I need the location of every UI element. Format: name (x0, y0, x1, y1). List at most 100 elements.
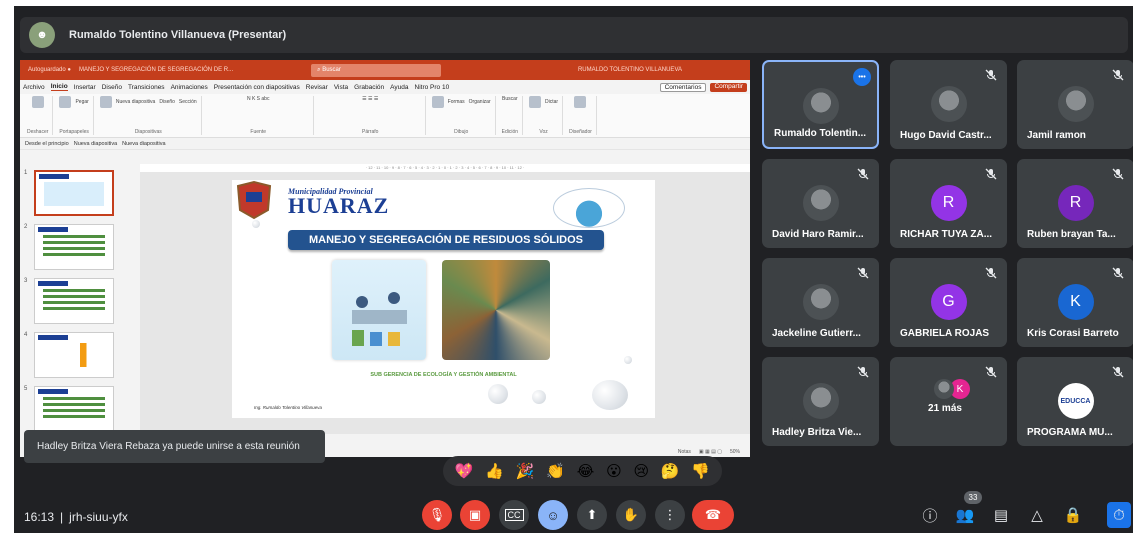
menu-animaciones: Animaciones (170, 83, 208, 91)
reaction-sad[interactable]: 😢 (634, 464, 650, 479)
leave-call-button[interactable]: ☎ (692, 500, 734, 530)
reaction-thumbs-up[interactable]: 👍 (485, 464, 504, 479)
join-notification: Hadley Britza Viera Rebaza ya puede unir… (24, 430, 325, 463)
participant-photo (802, 88, 839, 124)
clock: 16:13 (24, 510, 55, 524)
timer-icon[interactable]: ⏱ (1107, 502, 1131, 528)
emoji-icon: ☺ (546, 507, 560, 523)
share-button: Compartir (710, 82, 747, 92)
menu-revisar: Revisar (305, 83, 328, 91)
participant-tile[interactable]: G GABRIELA ROJAS (890, 258, 1007, 347)
slide-thumb-1 (34, 170, 114, 216)
participant-tile[interactable]: Rumaldo Tolentin... ••• (762, 60, 879, 149)
activities-icon[interactable]: △ (1027, 505, 1047, 525)
waste-photo-collage (442, 260, 550, 360)
slide-title-banner: MANEJO Y SEGREGACIÓN DE RESIDUOS SÓLIDOS (288, 230, 604, 250)
participant-initial-avatar: K (1057, 284, 1094, 320)
ribbon-tabs: Archivo Inicio Insertar Diseño Transicio… (20, 80, 750, 94)
reaction-surprised[interactable]: 😮 (606, 464, 622, 479)
captions-button[interactable]: CC (499, 500, 529, 530)
reaction-clap[interactable]: 👏 (546, 464, 565, 479)
mic-off-icon (857, 365, 869, 378)
ribbon: Deshacer Pegar Portapapeles Nueva diaposi… (20, 94, 750, 138)
camera-off-button[interactable]: ▣ (460, 500, 490, 530)
menu-ayuda: Ayuda (390, 83, 409, 91)
mic-off-icon (985, 167, 997, 180)
water-drop (252, 220, 260, 228)
reaction-thinking[interactable]: 🤔 (661, 464, 680, 479)
menu-inicio: Inicio (50, 83, 68, 91)
mic-off-icon (1112, 266, 1124, 279)
participant-tile[interactable]: Hugo David Castr... (890, 60, 1007, 149)
slide-thumb-4 (34, 332, 114, 378)
more-options-icon[interactable]: ••• (853, 68, 871, 86)
reactions-button[interactable]: ☺ (538, 500, 568, 530)
participant-name: Jamil ramon (1027, 130, 1086, 141)
reaction-laugh[interactable]: 😂 (577, 464, 595, 479)
reaction-party[interactable]: 🎉 (516, 464, 535, 479)
present-icon: ⬆ (586, 507, 598, 522)
reaction-heart[interactable]: 💖 (455, 464, 474, 479)
author-label: Ing. Rumaldo Tolentino Villanueva (254, 405, 323, 410)
hand-icon: ✋ (622, 507, 640, 522)
participant-photo (802, 284, 839, 320)
participant-tile[interactable]: K 21 más (890, 357, 1007, 446)
slide-thumb-2 (34, 224, 114, 270)
participant-tile[interactable]: David Haro Ramir... (762, 159, 879, 248)
present-button[interactable]: ⬆ (577, 500, 607, 530)
more-vert-icon: ⋮ (663, 507, 677, 522)
participant-photo (930, 86, 967, 122)
participant-tile[interactable]: K Kris Corasi Barreto (1017, 258, 1133, 347)
presenter-avatar: ☻ (29, 22, 55, 48)
meeting-info: 16:13 | jrh-siuu-yfx (24, 510, 128, 524)
info-icon[interactable]: ⓘ (920, 505, 940, 525)
participant-initial-avatar: G (930, 284, 967, 320)
water-drop (592, 380, 628, 410)
subgerencia-logo (553, 188, 625, 228)
menu-archivo: Archivo (23, 83, 45, 91)
camera-off-icon: ▣ (468, 507, 482, 522)
participant-name: RICHAR TUYA ZA... (900, 229, 993, 240)
water-drop (532, 390, 546, 404)
shapes-icon (431, 96, 444, 108)
participant-tile[interactable]: Hadley Britza Vie... (762, 357, 879, 446)
document-title: MANEJO Y SEGREGACIÓN DE SEGREGACIÓN DE R… (79, 67, 234, 73)
participant-tile[interactable]: Jackeline Gutierr... (762, 258, 879, 347)
participant-tile[interactable]: R RICHAR TUYA ZA... (890, 159, 1007, 248)
menu-grabacion: Grabación (354, 83, 385, 91)
mic-off-button[interactable]: 🎙 (422, 500, 452, 530)
comments-button: Comentarios (659, 82, 707, 92)
current-slide: Municipalidad Provincial HUARAZ MANEJO Y… (232, 180, 655, 418)
participant-name: Jackeline Gutierr... (772, 328, 861, 339)
search-box: ⌕ Buscar (311, 63, 442, 77)
quick-access: Desde el principio Nueva diapositiva Nue… (20, 138, 750, 150)
meet-window: ☻ Rumaldo Tolentino Villanueva (Presenta… (14, 6, 1133, 533)
mic-off-icon (985, 266, 997, 279)
more-options-button[interactable]: ⋮ (655, 500, 685, 530)
mic-off-icon (985, 68, 997, 81)
menu-diseno: Diseño (101, 83, 122, 91)
water-drop (488, 384, 508, 404)
powerpoint-titlebar: Autoguardado ● MANEJO Y SEGREGACIÓN DE S… (20, 60, 750, 80)
host-controls-icon[interactable]: 🔒 (1063, 505, 1083, 525)
menu-vista: Vista (333, 83, 349, 91)
chat-icon[interactable]: ▤ (991, 505, 1011, 525)
participant-photo (934, 379, 954, 399)
raise-hand-button[interactable]: ✋ (616, 500, 646, 530)
participant-tile[interactable]: R Ruben brayan Ta... (1017, 159, 1133, 248)
participant-photo (1057, 86, 1094, 122)
mic-off-icon (857, 266, 869, 279)
slide-thumb-3 (34, 278, 114, 324)
participant-name: David Haro Ramir... (772, 229, 864, 240)
user-name: RUMALDO TOLENTINO VILLANUEVA (577, 67, 682, 73)
participant-tile[interactable]: Jamil ramon (1017, 60, 1133, 149)
participant-tile[interactable]: EDUCCA PROGRAMA MU... (1017, 357, 1133, 446)
mic-off-icon: 🎙 (428, 507, 446, 522)
ruler: · 12 · 11 · 10 · 9 · 8 · 7 · 6 · 5 · 4 ·… (140, 164, 750, 172)
new-slide-icon (99, 96, 112, 108)
designer-icon (574, 96, 587, 108)
menu-nitro: Nitro Pro 10 (414, 83, 450, 91)
reaction-thumbs-down[interactable]: 👎 (691, 464, 710, 479)
participant-name: Hadley Britza Vie... (772, 427, 862, 438)
people-icon[interactable]: 👥 (955, 505, 975, 525)
